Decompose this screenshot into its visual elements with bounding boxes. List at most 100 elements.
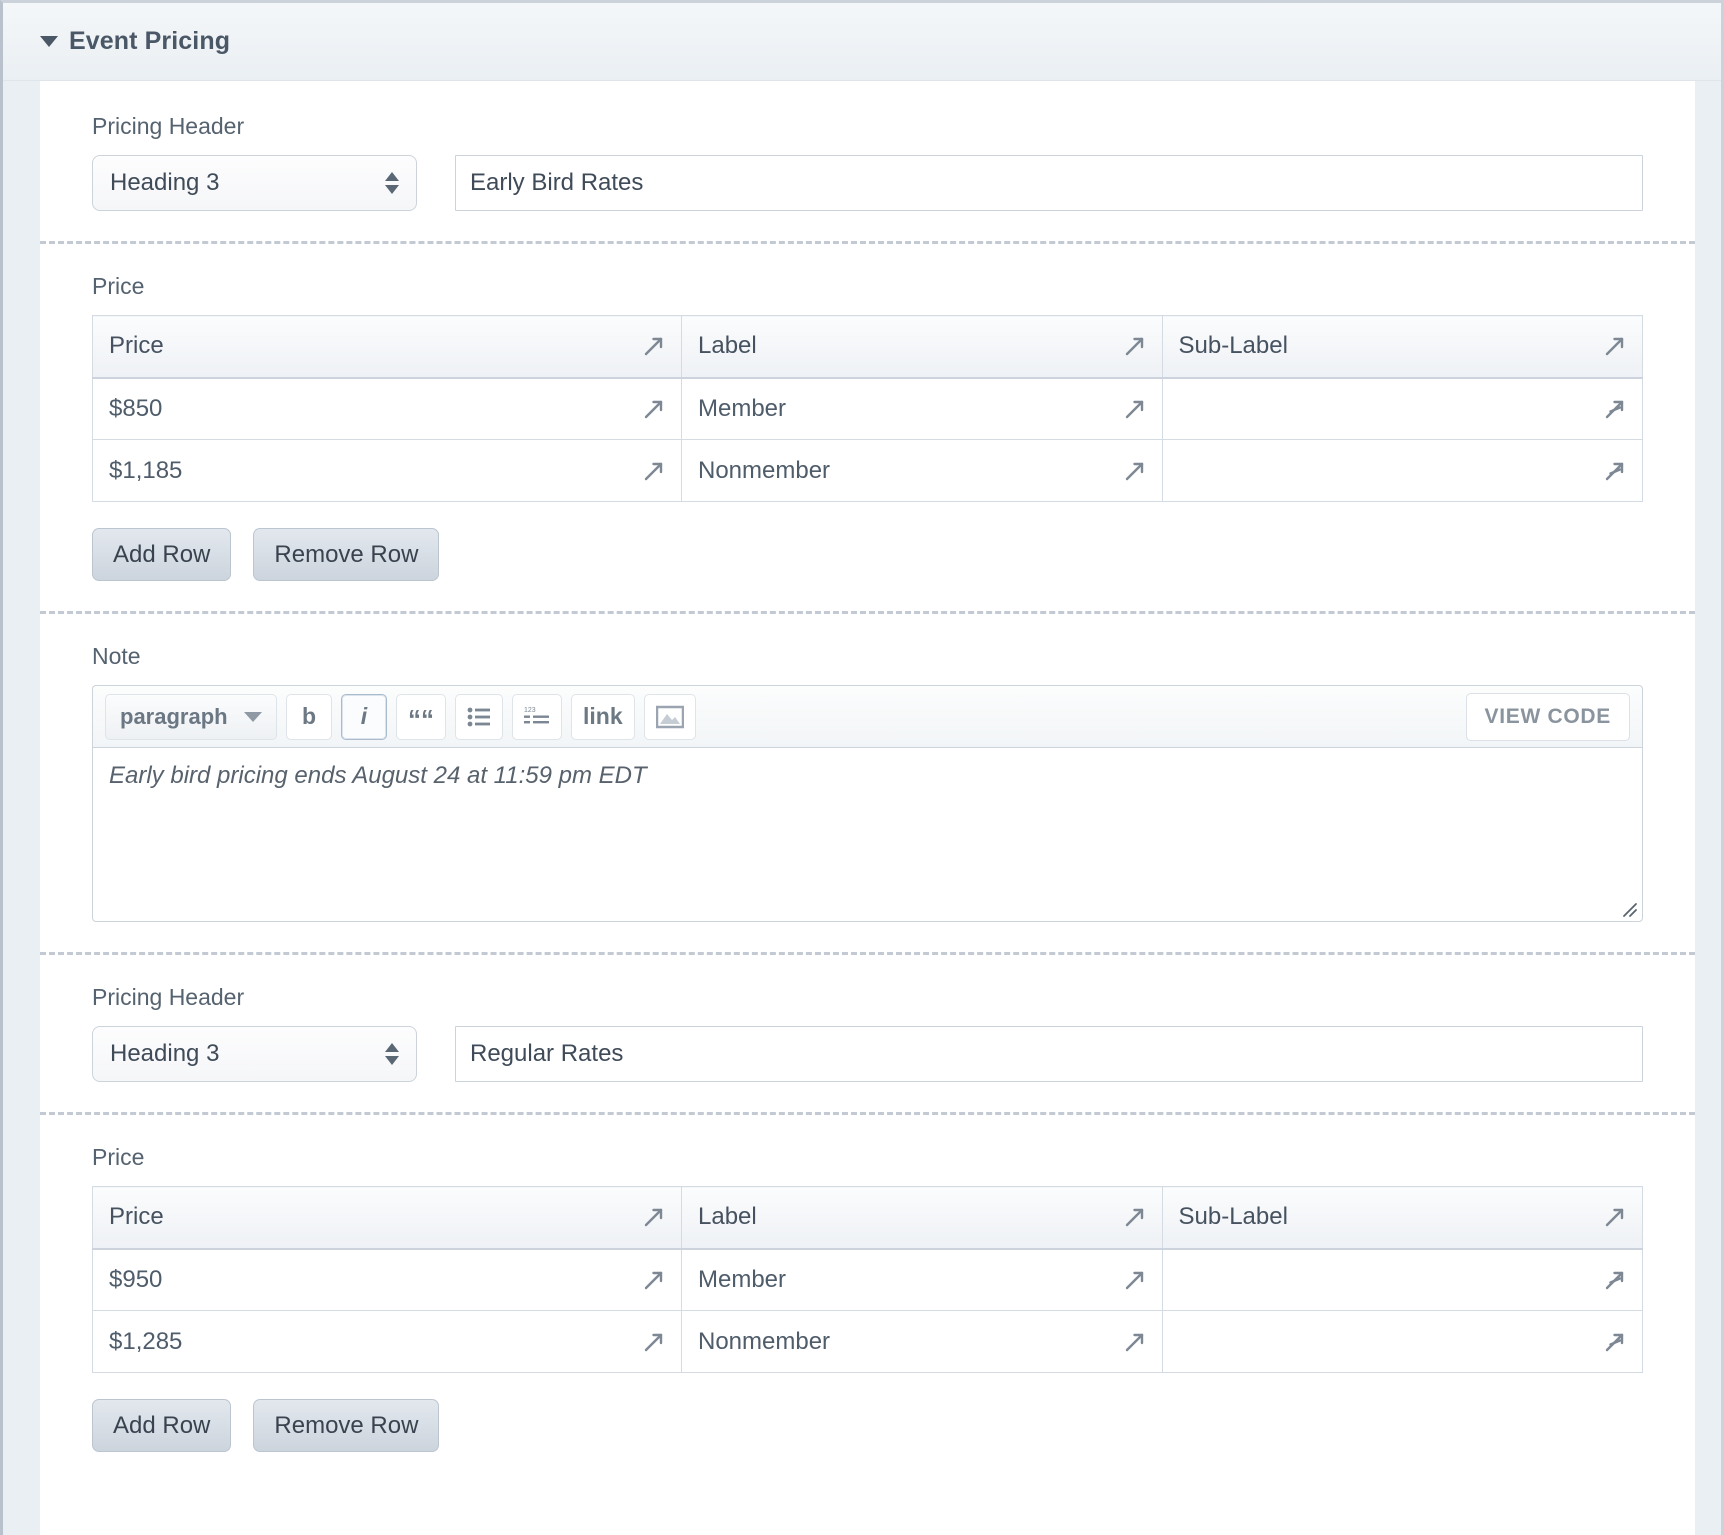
cell-label-text: Nonmember [698,456,831,484]
diagonal-arrow-icon[interactable] [1603,1204,1629,1230]
widget-header[interactable]: Event Pricing [3,3,1721,81]
column-header-price[interactable]: Price [92,315,682,379]
diagonal-arrow-icon[interactable] [642,458,668,484]
diagonal-arrow-crossed-icon[interactable] [1603,458,1629,484]
column-header-sublabel[interactable]: Sub-Label [1161,315,1643,379]
cell-sublabel[interactable] [1161,377,1643,440]
price-table-early-bird: Price Label Sub-Label $850 Member $1,185… [92,315,1643,502]
link-label: link [583,703,623,729]
heading-level-value: Heading 3 [110,169,220,196]
cell-sublabel[interactable] [1161,439,1643,502]
column-header-price-text: Price [109,332,164,360]
bold-label: b [301,703,317,729]
table-header-row: Price Label Sub-Label [92,1186,1643,1250]
table-header-row: Price Label Sub-Label [92,315,1643,379]
diagonal-arrow-crossed-icon[interactable] [1603,1329,1629,1355]
cell-price[interactable]: $1,185 [92,439,682,502]
column-header-price[interactable]: Price [92,1186,682,1250]
resize-grip-icon [1620,900,1638,918]
quote-label: ““ [408,703,434,734]
cell-label[interactable]: Member [681,1248,1163,1311]
view-code-button[interactable]: VIEW CODE [1465,692,1630,741]
cell-price[interactable]: $950 [92,1248,682,1311]
remove-row-button[interactable]: Remove Row [253,1399,440,1452]
cell-sublabel[interactable] [1161,1310,1643,1373]
add-row-button[interactable]: Add Row [92,528,232,581]
stepper-arrows-icon[interactable] [385,1043,399,1065]
blockquote-button[interactable]: ““ [396,693,446,740]
bullet-list-button[interactable] [455,693,503,740]
heading-text-input-regular[interactable] [455,1026,1643,1082]
diagonal-arrow-icon[interactable] [1123,333,1149,359]
page-title: Event Pricing [69,27,231,55]
stepper-arrows-icon[interactable] [385,172,399,194]
diagonal-arrow-icon[interactable] [1603,333,1629,359]
chevron-down-icon [244,711,262,722]
cell-price-text: $1,285 [109,1327,183,1355]
cell-label[interactable]: Nonmember [681,1310,1163,1373]
price-table-buttons-regular: Add Row Remove Row [92,1399,1695,1452]
column-header-label[interactable]: Label [681,1186,1163,1250]
pricing-header-label: Pricing Header [92,984,245,1010]
numbered-list-button[interactable]: 123 [512,693,562,740]
section-pricing-header-early-bird: Pricing Header Heading 3 [40,81,1695,241]
diagonal-arrow-icon[interactable] [642,333,668,359]
note-editor: paragraph b i ““ 123 link VIEW CODE Earl… [92,685,1643,922]
diagonal-arrow-icon[interactable] [1123,1329,1149,1355]
diagonal-arrow-crossed-icon[interactable] [1603,396,1629,422]
table-row: $850 Member [92,377,1643,440]
column-header-label-text: Label [698,332,757,360]
cell-label-text: Member [698,1265,787,1293]
price-table-label: Price [92,273,145,299]
block-format-select[interactable]: paragraph [105,693,277,740]
diagonal-arrow-crossed-icon[interactable] [1603,1267,1629,1293]
remove-row-button[interactable]: Remove Row [253,528,440,581]
bullet-list-icon [467,707,491,727]
heading-text-input-early-bird[interactable] [455,155,1643,211]
event-pricing-widget: Event Pricing Pricing Header Heading 3 P… [0,0,1724,1535]
cell-label-text: Nonmember [698,1327,831,1355]
event-pricing-panel: Pricing Header Heading 3 Price Price [40,81,1695,1535]
cell-price-text: $1,185 [109,456,183,484]
column-header-sublabel[interactable]: Sub-Label [1161,1186,1643,1250]
cell-sublabel[interactable] [1161,1248,1643,1311]
cell-label-text: Member [698,394,787,422]
diagonal-arrow-icon[interactable] [1123,396,1149,422]
bold-button[interactable]: b [286,693,332,740]
image-icon [655,705,684,729]
diagonal-arrow-icon[interactable] [1123,458,1149,484]
cell-price[interactable]: $850 [92,377,682,440]
diagonal-arrow-icon[interactable] [642,396,668,422]
italic-button[interactable]: i [341,693,387,740]
note-label: Note [92,643,141,669]
diagonal-arrow-icon[interactable] [642,1329,668,1355]
section-pricing-header-regular: Pricing Header Heading 3 [40,952,1695,1112]
note-textarea[interactable]: Early bird pricing ends August 24 at 11:… [92,747,1643,922]
add-row-button[interactable]: Add Row [92,1399,232,1452]
section-note: Note paragraph b i ““ 123 link VIEW CODE… [40,611,1695,952]
link-button[interactable]: link [571,693,635,740]
column-header-sublabel-text: Sub-Label [1178,1203,1288,1231]
image-button[interactable] [643,693,696,740]
heading-level-select-early-bird[interactable]: Heading 3 [92,155,417,211]
table-row: $1,285 Nonmember [92,1310,1643,1373]
diagonal-arrow-icon[interactable] [642,1204,668,1230]
diagonal-arrow-icon[interactable] [1123,1267,1149,1293]
numbered-list-icon: 123 [524,706,550,728]
table-row: $1,185 Nonmember [92,439,1643,502]
block-format-value: paragraph [120,703,228,729]
pricing-header-label: Pricing Header [92,113,245,139]
diagonal-arrow-icon[interactable] [1123,1204,1149,1230]
pricing-header-row: Heading 3 [92,155,1695,211]
triangle-down-icon[interactable] [40,36,58,47]
svg-text:123: 123 [524,707,536,714]
cell-price[interactable]: $1,285 [92,1310,682,1373]
heading-level-select-regular[interactable]: Heading 3 [92,1026,417,1082]
note-content: Early bird pricing ends August 24 at 11:… [109,762,647,789]
cell-label[interactable]: Member [681,377,1163,440]
diagonal-arrow-icon[interactable] [642,1267,668,1293]
column-header-label-text: Label [698,1203,757,1231]
column-header-label[interactable]: Label [681,315,1163,379]
cell-label[interactable]: Nonmember [681,439,1163,502]
column-header-sublabel-text: Sub-Label [1178,332,1288,360]
